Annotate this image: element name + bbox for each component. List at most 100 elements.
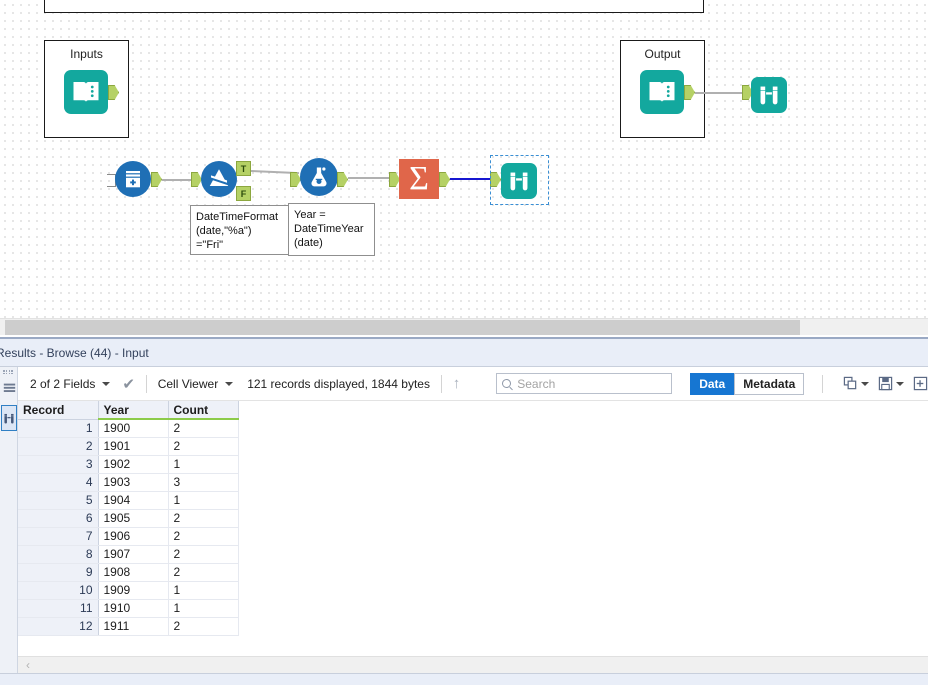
table-cell[interactable]: 2 — [18, 437, 98, 455]
table-cell[interactable]: 1903 — [98, 473, 168, 491]
copy-icon — [843, 376, 858, 391]
table-cell[interactable]: 2 — [168, 545, 238, 563]
table-cell[interactable]: 2 — [168, 419, 238, 437]
table-cell[interactable]: 1901 — [98, 437, 168, 455]
workflow-canvas[interactable]: Inputs Output — [0, 0, 928, 318]
table-cell[interactable]: 2 — [168, 563, 238, 581]
table-cell[interactable]: 9 — [18, 563, 98, 581]
table-cell[interactable]: 3 — [18, 455, 98, 473]
table-cell[interactable]: 1905 — [98, 509, 168, 527]
export-button[interactable] — [913, 376, 928, 391]
annotation-filter-line2: (date,"%a") — [196, 224, 283, 238]
table-cell[interactable]: 4 — [18, 473, 98, 491]
rail-browse-icon-button[interactable] — [1, 405, 17, 431]
port-filter-out-false[interactable]: F — [236, 186, 251, 201]
annotation-formula-expression[interactable]: Year = DateTimeYear (date) — [288, 203, 375, 256]
wire-input-to-filter[interactable] — [162, 179, 193, 181]
table-cell[interactable]: 2 — [168, 509, 238, 527]
tool-formula[interactable] — [300, 158, 338, 196]
rail-drag-handle[interactable] — [3, 370, 15, 375]
fields-selector-label: 2 of 2 Fields — [30, 377, 95, 391]
table-cell[interactable]: 1907 — [98, 545, 168, 563]
tool-inputs-macro[interactable] — [64, 70, 108, 114]
table-cell[interactable]: 3 — [168, 473, 238, 491]
tab-metadata[interactable]: Metadata — [734, 373, 804, 395]
up-arrow-icon[interactable]: ↑ — [453, 375, 461, 392]
tab-data[interactable]: Data — [690, 373, 734, 395]
save-button[interactable] — [878, 376, 904, 391]
port-summarize-out[interactable] — [439, 172, 450, 187]
table-row[interactable]: 919082 — [18, 563, 238, 581]
table-cell[interactable]: 1 — [168, 455, 238, 473]
results-horizontal-scrollbar[interactable]: ‹ — [18, 656, 928, 673]
table-row[interactable]: 319021 — [18, 455, 238, 473]
cell-viewer-selector[interactable]: Cell Viewer — [158, 367, 233, 400]
table-cell[interactable]: 6 — [18, 509, 98, 527]
table-cell[interactable]: 1906 — [98, 527, 168, 545]
table-row[interactable]: 119002 — [18, 419, 238, 437]
column-header-year[interactable]: Year — [98, 401, 168, 419]
scroll-left-button[interactable]: ‹ — [26, 658, 30, 672]
copy-button[interactable] — [843, 376, 869, 391]
table-row[interactable]: 719062 — [18, 527, 238, 545]
tool-filter[interactable] — [201, 161, 237, 197]
table-cell[interactable]: 1908 — [98, 563, 168, 581]
table-cell[interactable]: 2 — [168, 527, 238, 545]
wire-formula-to-summarize[interactable] — [348, 177, 392, 179]
cell-viewer-label: Cell Viewer — [158, 377, 218, 391]
table-row[interactable]: 1219112 — [18, 617, 238, 635]
table-row[interactable]: 1019091 — [18, 581, 238, 599]
view-mode-toggle[interactable]: Data Metadata — [690, 373, 804, 395]
table-cell[interactable]: 1910 — [98, 599, 168, 617]
canvas-scrollbar-thumb[interactable] — [5, 320, 800, 335]
tool-output-macro[interactable] — [640, 70, 684, 114]
table-row[interactable]: 219012 — [18, 437, 238, 455]
table-cell[interactable]: 1911 — [98, 617, 168, 635]
wire-output-to-browse[interactable] — [695, 92, 744, 94]
results-table-container[interactable]: Record Year Count 1190022190123190214190… — [18, 401, 928, 656]
table-cell[interactable]: 1 — [18, 419, 98, 437]
bottom-rail-spacer — [0, 656, 18, 673]
table-cell[interactable]: 7 — [18, 527, 98, 545]
table-cell[interactable]: 8 — [18, 545, 98, 563]
table-row[interactable]: 619052 — [18, 509, 238, 527]
container-output-title: Output — [621, 47, 704, 61]
wire-summarize-to-browse[interactable] — [450, 178, 492, 180]
tool-browse-selected[interactable] — [501, 163, 537, 199]
table-cell[interactable]: 2 — [168, 437, 238, 455]
container-top-partial[interactable] — [44, 0, 704, 13]
table-row[interactable]: 1119101 — [18, 599, 238, 617]
table-cell[interactable]: 1900 — [98, 419, 168, 437]
table-row[interactable]: 519041 — [18, 491, 238, 509]
export-icon — [913, 376, 928, 391]
column-header-record[interactable]: Record — [18, 401, 98, 419]
table-cell[interactable]: 10 — [18, 581, 98, 599]
search-box[interactable] — [496, 373, 672, 394]
table-cell[interactable]: 1 — [168, 491, 238, 509]
column-header-count[interactable]: Count — [168, 401, 238, 419]
checkmark-icon[interactable]: ✔ — [122, 375, 135, 393]
table-cell[interactable]: 1904 — [98, 491, 168, 509]
rail-list-icon-button[interactable] — [1, 377, 17, 399]
fields-selector[interactable]: 2 of 2 Fields — [30, 367, 110, 400]
port-filter-out-true[interactable]: T — [236, 161, 251, 176]
table-cell[interactable]: 1902 — [98, 455, 168, 473]
table-cell[interactable]: 1 — [168, 599, 238, 617]
tool-browse-output[interactable] — [751, 77, 787, 113]
table-cell[interactable]: 2 — [168, 617, 238, 635]
canvas-horizontal-scrollbar[interactable] — [0, 318, 928, 335]
table-row[interactable]: 419033 — [18, 473, 238, 491]
tool-input-data[interactable] — [115, 161, 151, 197]
tool-summarize[interactable]: Σ — [399, 159, 439, 199]
table-cell[interactable]: 1 — [168, 581, 238, 599]
annotation-filter-expression[interactable]: DateTimeFormat (date,"%a") ="Fri" — [190, 205, 289, 255]
search-input[interactable] — [517, 377, 666, 391]
port-input-data-out[interactable] — [151, 172, 162, 187]
table-cell[interactable]: 11 — [18, 599, 98, 617]
port-formula-out[interactable] — [337, 172, 348, 187]
annotation-filter-line1: DateTimeFormat — [196, 210, 283, 224]
table-cell[interactable]: 5 — [18, 491, 98, 509]
table-cell[interactable]: 12 — [18, 617, 98, 635]
table-cell[interactable]: 1909 — [98, 581, 168, 599]
table-row[interactable]: 819072 — [18, 545, 238, 563]
